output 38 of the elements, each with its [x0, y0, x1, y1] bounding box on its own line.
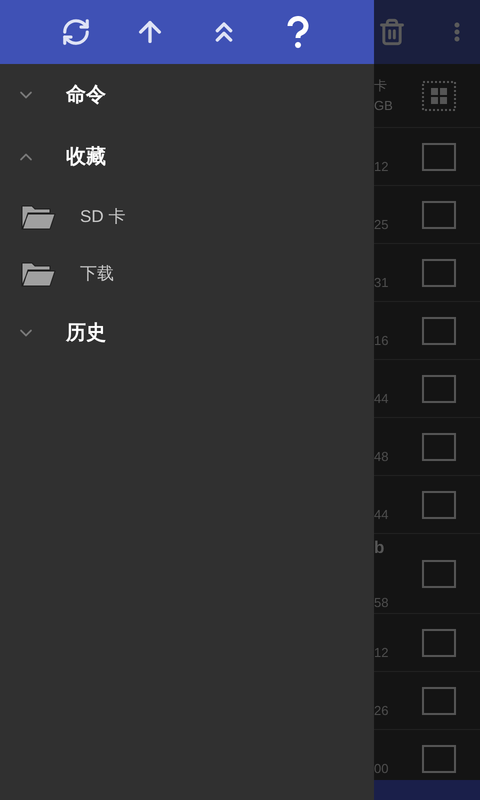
file-detail: 12	[374, 644, 388, 662]
more-icon[interactable]	[454, 22, 460, 42]
trash-icon	[378, 18, 406, 46]
file-detail: 16	[374, 332, 388, 350]
file-detail: 58	[374, 594, 388, 612]
delete-button[interactable]	[378, 18, 406, 46]
checkbox[interactable]	[422, 200, 456, 228]
folder-icon	[20, 204, 56, 230]
storage-name: 卡	[374, 76, 388, 94]
checkbox[interactable]	[422, 560, 456, 588]
refresh-icon	[61, 17, 91, 47]
file-name: b	[374, 537, 386, 559]
checkbox[interactable]	[422, 374, 456, 402]
file-detail: 31	[374, 274, 388, 292]
checkbox[interactable]	[422, 432, 456, 460]
checkbox[interactable]	[422, 744, 456, 772]
file-detail: 12	[374, 158, 388, 176]
file-detail: 44	[374, 390, 388, 408]
section-header[interactable]: 历史	[0, 302, 374, 364]
section-header[interactable]: 命令	[0, 64, 374, 126]
checkbox[interactable]	[422, 686, 456, 714]
question-icon	[285, 16, 311, 48]
checkbox[interactable]	[422, 142, 456, 170]
section-header[interactable]: 收藏	[0, 126, 374, 188]
checkbox[interactable]	[422, 628, 456, 656]
file-detail: 00	[374, 760, 388, 778]
checkbox[interactable]	[422, 258, 456, 286]
bookmark-item[interactable]: SD 卡	[0, 188, 374, 245]
file-detail: 26	[374, 702, 388, 720]
checkbox[interactable]	[422, 490, 456, 518]
file-detail: 48	[374, 448, 388, 466]
folder-icon	[20, 260, 56, 286]
grid-view-icon[interactable]	[422, 80, 456, 110]
checkbox[interactable]	[422, 316, 456, 344]
file-detail: 44	[374, 506, 388, 524]
file-detail: 25	[374, 216, 388, 234]
storage-size: GB	[374, 96, 393, 114]
bookmark-item[interactable]: 下载	[0, 245, 374, 302]
